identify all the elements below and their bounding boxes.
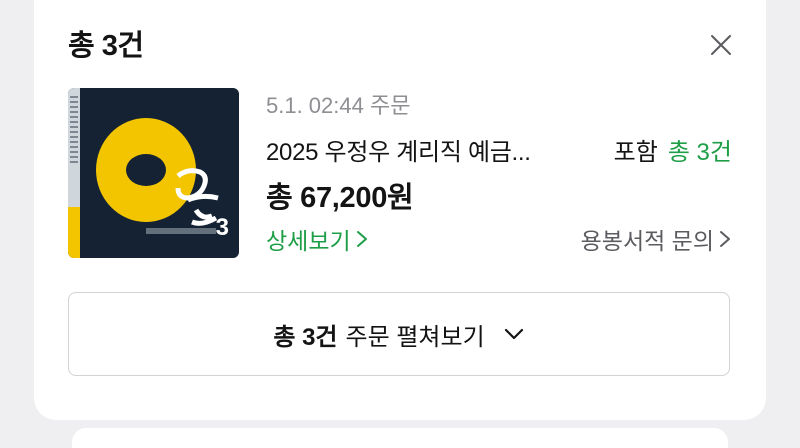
expand-count: 총 3건 <box>273 323 338 351</box>
detail-link[interactable]: 상세보기 <box>266 222 369 256</box>
included-count: 총 3건 <box>667 138 732 166</box>
included-label: 포함 <box>613 138 658 166</box>
volume-number: 3 <box>215 214 229 241</box>
product-thumbnail[interactable]: 3 <box>68 88 239 258</box>
product-row: 2025 우정우 계리직 예금... 포함 총 3건 <box>266 132 732 166</box>
close-icon <box>711 35 731 55</box>
expand-orders-button[interactable]: 총 3건 주문 펼쳐보기 <box>68 292 730 376</box>
chevron-right-icon <box>355 229 369 249</box>
close-button[interactable] <box>704 30 738 60</box>
next-card-edge <box>72 428 728 448</box>
page-title: 총 3건 <box>68 30 144 62</box>
seller-inquiry-label: 용봉서적 문의 <box>580 228 714 254</box>
order-date: 5.1. 02:44 주문 <box>266 93 411 118</box>
expand-label: 주문 펼쳐보기 <box>345 323 485 351</box>
product-name[interactable]: 2025 우정우 계리직 예금... <box>266 132 531 167</box>
chevron-down-icon <box>503 327 525 341</box>
book-cover-art <box>96 118 219 234</box>
chevron-right-icon <box>718 229 732 249</box>
total-price: 총 67,200원 <box>266 182 414 214</box>
seller-inquiry-link[interactable]: 용봉서적 문의 <box>581 222 732 256</box>
detail-link-label: 상세보기 <box>266 228 351 254</box>
